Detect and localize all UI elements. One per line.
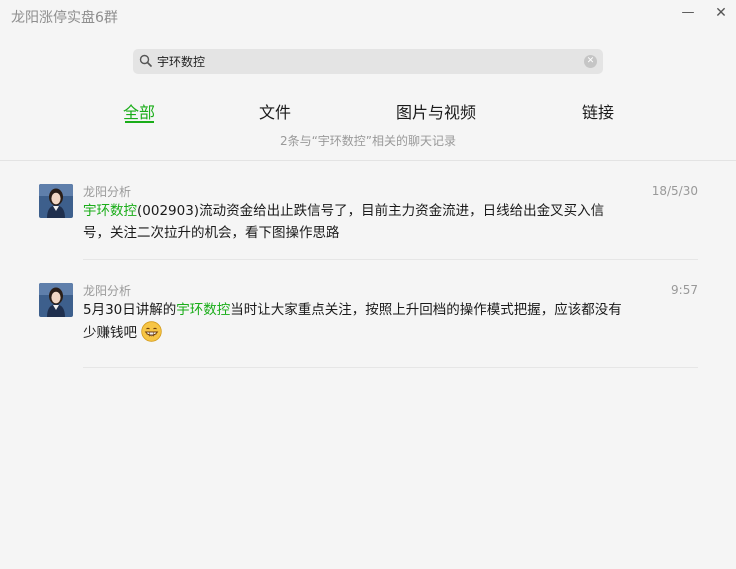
avatar [39, 184, 73, 218]
row-divider [83, 259, 698, 260]
message-text: 宇环数控(002903)流动资金给出止跌信号了，目前主力资金流进，日线给出金叉买… [83, 200, 628, 244]
title-bar: 龙阳涨停实盘6群 — ✕ [0, 0, 736, 32]
message-result[interactable]: 龙阳分析 9:57 5月30日讲解的宇环数控当时让大家重点关注，按照上升回档的操… [0, 279, 736, 369]
tab-all[interactable]: 全部 [123, 99, 155, 123]
minimize-button[interactable]: — [677, 4, 699, 22]
sender-name: 龙阳分析 [83, 284, 132, 298]
tab-images-videos[interactable]: 图片与视频 [396, 99, 476, 123]
sender-name: 龙阳分析 [83, 185, 132, 199]
clear-search-icon[interactable]: ✕ [584, 55, 597, 68]
close-button[interactable]: ✕ [710, 4, 732, 22]
avatar [39, 283, 73, 317]
message-result[interactable]: 龙阳分析 18/5/30 宇环数控(002903)流动资金给出止跌信号了，目前主… [0, 180, 736, 260]
message-time: 9:57 [671, 283, 698, 297]
search-icon [139, 54, 152, 67]
search-input[interactable] [157, 49, 577, 74]
text-prefix: 5月30日讲解的 [83, 302, 177, 318]
row-divider [83, 367, 698, 368]
text-suffix: (002903)流动资金给出止跌信号了，目前主力资金流进，日线给出金叉买入信号，… [83, 203, 605, 241]
highlighted-keyword: 宇环数控 [83, 203, 137, 219]
message-text: 5月30日讲解的宇环数控当时让大家重点关注，按照上升回档的操作模式把握，应该都没… [83, 299, 628, 344]
message-time: 18/5/30 [651, 184, 698, 198]
tab-files[interactable]: 文件 [259, 99, 291, 123]
tab-links[interactable]: 链接 [582, 99, 614, 123]
result-summary: 2条与“宇环数控”相关的聊天记录 [279, 134, 457, 148]
search-bar: ✕ [133, 49, 603, 74]
grin-emoji-icon [141, 321, 162, 342]
highlighted-keyword: 宇环数控 [176, 302, 231, 318]
window-title: 龙阳涨停实盘6群 [11, 10, 118, 26]
active-tab-indicator [125, 121, 154, 123]
header-divider [0, 160, 736, 161]
